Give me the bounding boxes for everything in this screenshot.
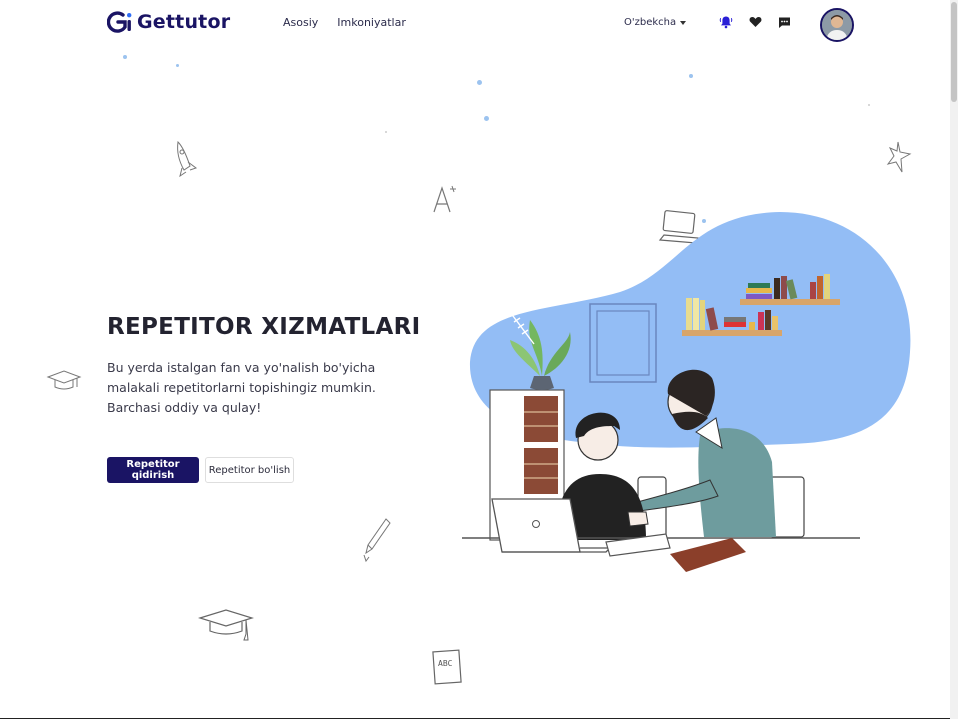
hero-title: REPETITOR XIZMATLARI: [107, 314, 421, 340]
nav-item-imkoniyatlar[interactable]: Imkoniyatlar: [337, 16, 406, 29]
star-icon: [886, 141, 912, 173]
graduation-cap-icon: [198, 609, 254, 641]
language-label: O'zbekcha: [624, 17, 677, 28]
nav-item-asosiy[interactable]: Asosiy: [283, 16, 318, 29]
decor-dot: [176, 64, 179, 67]
logo-mark-icon: [106, 11, 133, 33]
chevron-down-icon: [680, 20, 687, 25]
scrollbar[interactable]: [950, 0, 958, 719]
notification-bell-icon[interactable]: [718, 14, 734, 30]
abc-book-icon: ABC: [432, 649, 462, 685]
heart-icon[interactable]: [747, 14, 763, 30]
hero-subtitle: Bu yerda istalgan fan va yo'nalish bo'yi…: [107, 360, 376, 415]
pencil-icon: [363, 518, 391, 563]
chat-icon[interactable]: [776, 14, 792, 30]
find-tutor-button[interactable]: Repetitor qidirish: [107, 457, 199, 483]
hero-illustration: [462, 212, 911, 575]
main-nav: Asosiy Imkoniyatlar: [283, 16, 406, 29]
brand-name: Gettutor: [137, 11, 231, 33]
decor-dot: [484, 116, 489, 121]
decor-dot: [689, 74, 693, 78]
decor-dot: [385, 131, 387, 133]
decor-dot: [123, 55, 127, 59]
page: Gettutor Asosiy Imkoniyatlar O'zbekcha R…: [0, 0, 950, 719]
become-tutor-button[interactable]: Repetitor bo'lish: [205, 457, 294, 483]
decor-dot: [868, 104, 870, 106]
abc-label: ABC: [438, 659, 453, 668]
graduation-cap-icon: [46, 370, 82, 390]
rocket-icon: [177, 140, 198, 178]
letter-a-icon: [433, 185, 456, 213]
scrollbar-thumb[interactable]: [951, 2, 957, 102]
language-selector[interactable]: O'zbekcha: [624, 17, 687, 28]
decor-dot: [477, 80, 482, 85]
logo[interactable]: Gettutor: [106, 11, 231, 33]
user-avatar[interactable]: [820, 8, 854, 42]
